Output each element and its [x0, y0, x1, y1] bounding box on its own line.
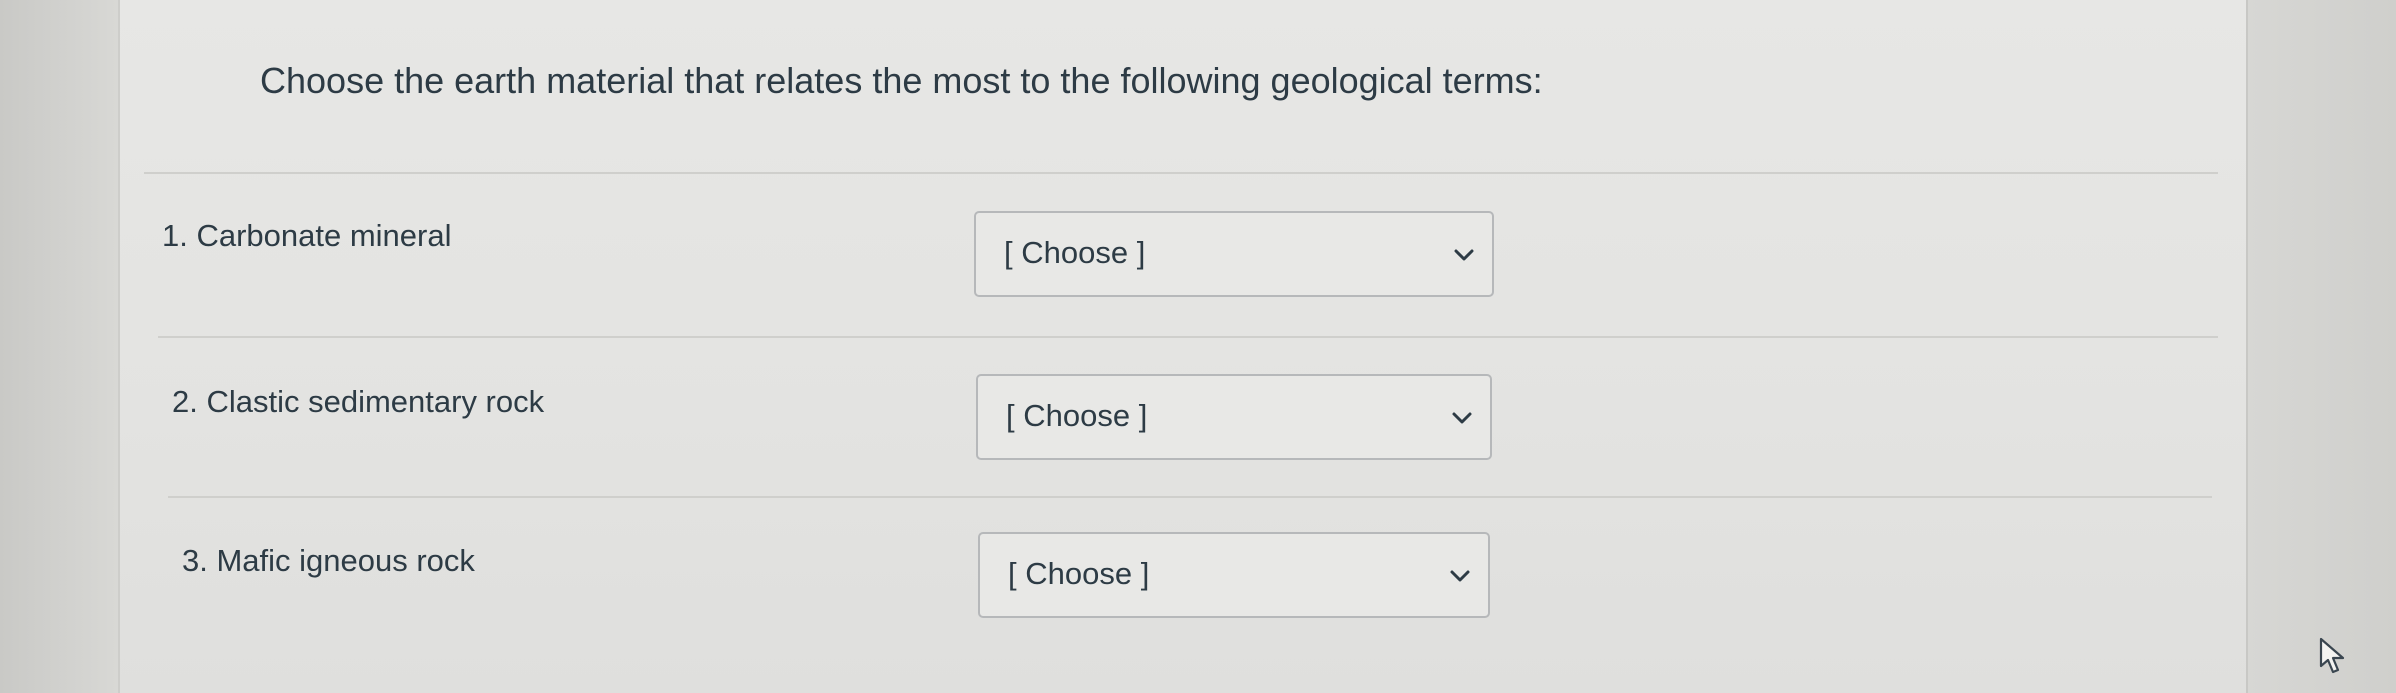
select-value: [ Choose ]: [1006, 398, 1148, 433]
answer-select-1[interactable]: [ Choose ]: [974, 211, 1494, 297]
select-value: [ Choose ]: [1004, 235, 1146, 270]
chevron-down-icon: [1452, 412, 1472, 424]
right-margin: [2248, 0, 2396, 693]
mouse-pointer-icon: [2319, 637, 2345, 674]
select-value: [ Choose ]: [1008, 556, 1150, 591]
question-text: Choose the earth material that relates t…: [260, 60, 1543, 101]
chevron-down-icon: [1450, 570, 1470, 582]
term-label: 1. Carbonate mineral: [162, 218, 452, 253]
divider: [158, 336, 2218, 338]
answer-select-3[interactable]: [ Choose ]: [978, 532, 1490, 618]
chevron-down-icon: [1454, 249, 1474, 261]
divider: [168, 496, 2212, 498]
divider: [144, 172, 2218, 174]
left-margin: [0, 0, 118, 693]
term-label: 2. Clastic sedimentary rock: [172, 384, 545, 419]
answer-select-2[interactable]: [ Choose ]: [976, 374, 1492, 460]
question-card: Choose the earth material that relates t…: [118, 0, 2248, 693]
term-label: 3. Mafic igneous rock: [182, 543, 475, 578]
